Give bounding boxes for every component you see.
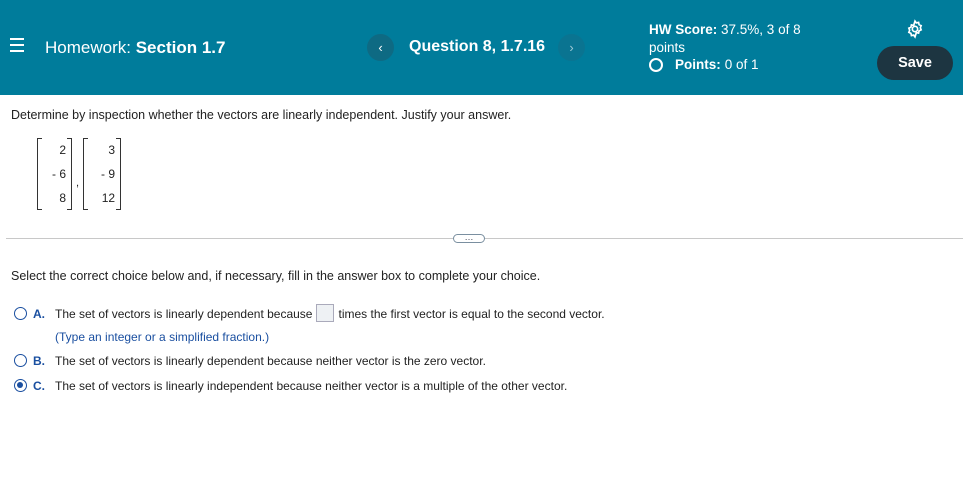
choice-b-radio[interactable] [14, 354, 27, 367]
homework-label: Homework: [45, 38, 131, 57]
score-value: 37.5%, 3 of 8 [721, 22, 801, 37]
choice-c[interactable]: C. The set of vectors is linearly indepe… [14, 379, 567, 393]
question-label: Question 8, 1.7.16 [409, 38, 546, 55]
choice-b-text: The set of vectors is linearly dependent… [55, 354, 486, 368]
score-unit: points [649, 40, 686, 55]
chevron-right-icon: › [569, 40, 574, 55]
choice-a-radio[interactable] [14, 307, 27, 320]
vector-2-entry: - 9 [101, 167, 116, 181]
vector-2: 3 - 9 12 [83, 138, 122, 210]
save-button[interactable]: Save [877, 46, 953, 80]
points-circle-icon [649, 57, 663, 72]
vector-1-entry: 2 [59, 143, 66, 157]
hamburger-menu-icon[interactable] [10, 38, 24, 52]
homework-title: Homework: Section 1.7 [45, 38, 225, 58]
vector-separator: , [76, 177, 80, 189]
next-question-button[interactable]: › [558, 34, 585, 61]
answer-format-hint: (Type an integer or a simplified fractio… [55, 330, 270, 344]
expand-more-button[interactable]: … [453, 233, 485, 243]
choice-a-text-before: The set of vectors is linearly dependent… [55, 307, 313, 321]
choice-a-text-after: times the first vector is equal to the s… [338, 307, 605, 321]
previous-question-button[interactable]: ‹ [367, 34, 394, 61]
choice-b-letter: B. [33, 354, 45, 368]
vector-2-entry: 3 [108, 143, 116, 157]
instruction-text: Select the correct choice below and, if … [11, 269, 541, 283]
vector-2-entry: 12 [101, 191, 116, 205]
choice-a-letter: A. [33, 307, 45, 321]
chevron-left-icon: ‹ [378, 40, 383, 55]
choice-a-text: The set of vectors is linearly dependent… [55, 304, 605, 323]
settings-gear-icon[interactable] [905, 19, 925, 39]
choice-c-radio-selected[interactable] [14, 379, 27, 392]
vector-1: 2 - 6 8 [37, 138, 72, 210]
question-prompt: Determine by inspection whether the vect… [11, 108, 512, 122]
vector-set: 2 - 6 8 , 3 - 9 12 [37, 138, 122, 210]
choice-c-letter: C. [33, 379, 45, 393]
top-bar: Homework: Section 1.7 ‹ Question 8, 1.7.… [0, 0, 963, 95]
choice-c-text: The set of vectors is linearly independe… [55, 379, 568, 393]
hw-score: HW Score: 37.5%, 3 of 8 points [649, 21, 849, 57]
points-label: Points: [675, 57, 721, 72]
choice-a[interactable]: A. The set of vectors is linearly depend… [14, 304, 605, 323]
section-label: Section 1.7 [135, 38, 226, 57]
vector-1-entry: 8 [59, 191, 66, 205]
points-status: Points: 0 of 1 [649, 57, 759, 72]
score-label: HW Score: [649, 22, 718, 37]
points-value: 0 of 1 [724, 57, 759, 72]
choice-b[interactable]: B. The set of vectors is linearly depend… [14, 354, 486, 368]
answer-input-box[interactable] [316, 304, 335, 323]
vector-1-entry: - 6 [51, 167, 66, 181]
